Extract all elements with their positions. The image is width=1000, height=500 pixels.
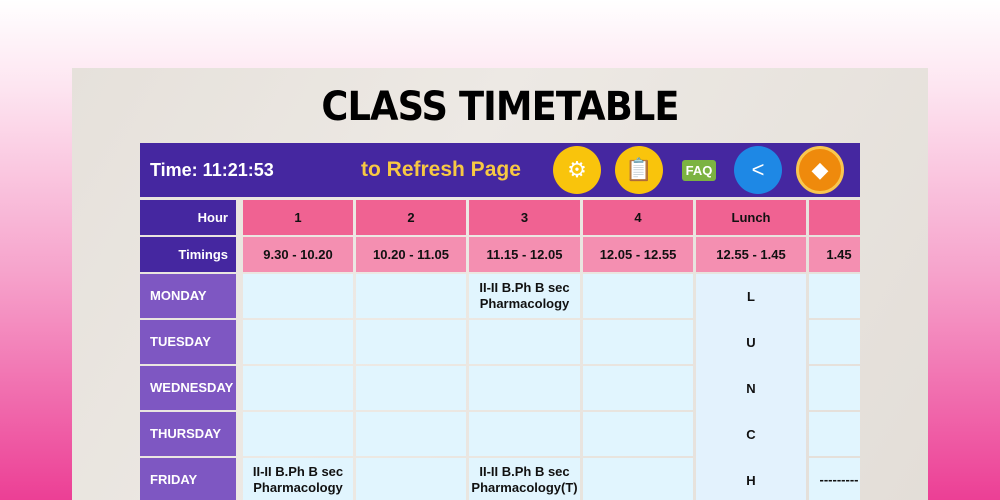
timetable-cell[interactable] xyxy=(243,366,353,410)
timetable-cell[interactable] xyxy=(356,320,466,364)
timetable-cell[interactable] xyxy=(243,274,353,318)
hour-header: 4 xyxy=(583,200,693,235)
timetable-cell[interactable] xyxy=(243,320,353,364)
timing-header: 9.30 - 10.20 xyxy=(243,237,353,272)
timetable-cell[interactable]: H xyxy=(696,458,806,500)
timetable-cell[interactable]: U xyxy=(696,320,806,366)
refresh-link[interactable]: to Refresh Page xyxy=(361,158,521,182)
timetable-cell[interactable]: L xyxy=(696,274,806,320)
timing-header: 1.45 xyxy=(809,237,860,272)
hour-header xyxy=(809,200,860,235)
notepad-icon[interactable]: 📋 xyxy=(615,146,663,194)
timetable-cell[interactable]: N xyxy=(696,366,806,412)
content-panel: CLASS TIMETABLE Time: 11:21:53 to Refres… xyxy=(72,68,928,500)
timetable-cell[interactable] xyxy=(243,412,353,456)
timetable-cell[interactable]: --------- xyxy=(809,458,860,500)
hour-label: Hour xyxy=(140,200,236,235)
timetable-cell[interactable] xyxy=(356,274,466,318)
timetable-cell[interactable] xyxy=(809,366,860,410)
timetable-cell[interactable] xyxy=(469,366,580,410)
timetable-cell[interactable] xyxy=(583,320,693,364)
timetable-cell[interactable] xyxy=(583,274,693,318)
timing-header: 12.05 - 12.55 xyxy=(583,237,693,272)
page-title: CLASS TIMETABLE xyxy=(321,84,679,130)
timetable-cell[interactable]: II-II B.Ph B sec Pharmacology xyxy=(469,274,580,318)
settings-gears-icon[interactable]: ⚙ xyxy=(553,146,601,194)
timetable-cell[interactable] xyxy=(356,412,466,456)
timing-header: 11.15 - 12.05 xyxy=(469,237,580,272)
faq-icon[interactable]: FAQ xyxy=(675,146,723,194)
timetable-cell[interactable] xyxy=(809,320,860,364)
day-label: THURSDAY xyxy=(140,412,236,456)
cards-icon[interactable]: ◆ xyxy=(796,146,844,194)
timetable-cell[interactable]: II-II B.Ph B sec Pharmacology(T) xyxy=(469,458,580,500)
hour-header: Lunch xyxy=(696,200,806,235)
timetable-cell[interactable] xyxy=(809,412,860,456)
timing-header: 10.20 - 11.05 xyxy=(356,237,466,272)
timetable-cell[interactable] xyxy=(356,366,466,410)
day-label: TUESDAY xyxy=(140,320,236,364)
share-icon[interactable]: < xyxy=(734,146,782,194)
timings-label: Timings xyxy=(140,237,236,272)
day-label: MONDAY xyxy=(140,274,236,318)
timetable-cell[interactable] xyxy=(809,274,860,318)
timetable-cell[interactable]: II-II B.Ph B sec Pharmacology xyxy=(243,458,353,500)
day-label: FRIDAY xyxy=(140,458,236,500)
header-bar: Time: 11:21:53 to Refresh Page ⚙ 📋 FAQ <… xyxy=(140,143,860,197)
timetable: Hour Timings 1 9.30 - 10.20 2 10.20 - 11.05 3 1… xyxy=(140,198,860,500)
timetable-cell[interactable] xyxy=(583,366,693,410)
timetable-cell[interactable] xyxy=(469,412,580,456)
hour-header: 3 xyxy=(469,200,580,235)
timetable-cell[interactable] xyxy=(583,458,693,500)
hour-header: 2 xyxy=(356,200,466,235)
timetable-cell[interactable] xyxy=(469,320,580,364)
day-label: WEDNESDAY xyxy=(140,366,236,410)
clock: Time: 11:21:53 xyxy=(150,160,274,180)
timetable-cell[interactable]: C xyxy=(696,412,806,458)
hour-header: 1 xyxy=(243,200,353,235)
timetable-cell[interactable] xyxy=(356,458,466,500)
timetable-cell[interactable] xyxy=(583,412,693,456)
timing-header: 12.55 - 1.45 xyxy=(696,237,806,272)
